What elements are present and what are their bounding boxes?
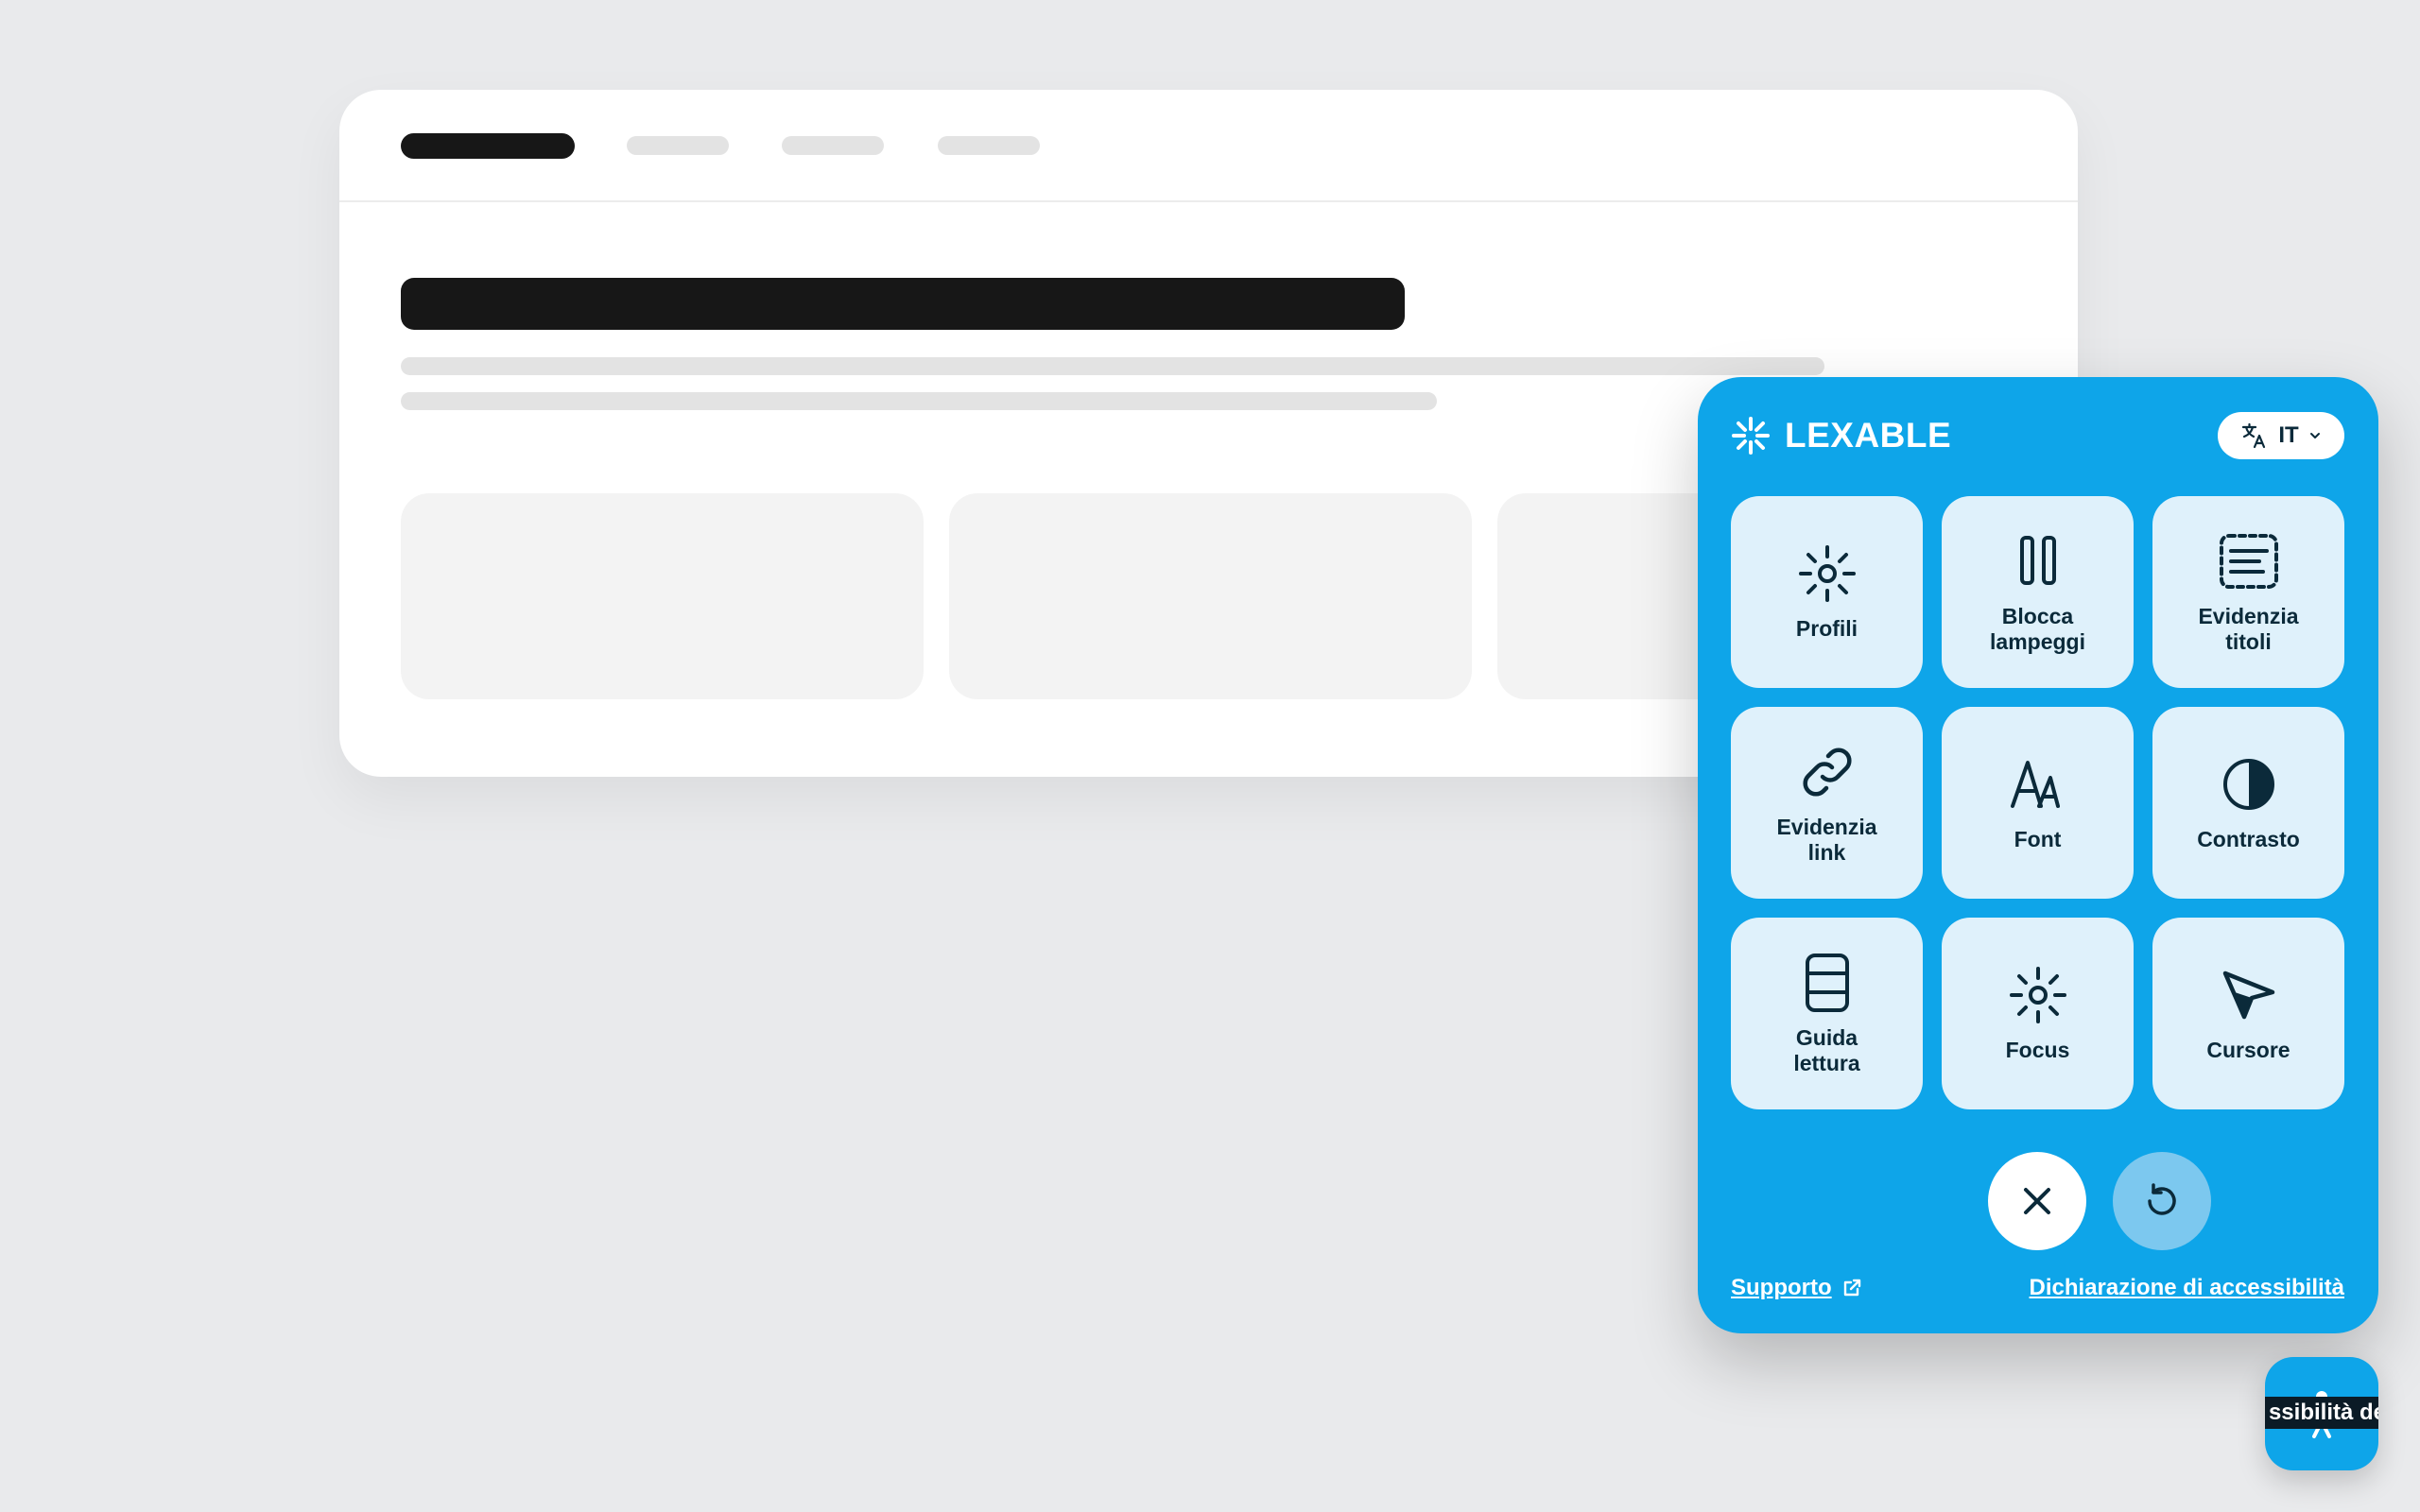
focus-sun-icon — [2009, 967, 2066, 1023]
tile-label: Guida lettura — [1793, 1024, 1860, 1075]
sparkle-burst-icon — [1732, 417, 1770, 455]
accessibility-statement-label: Dichiarazione di accessibilità — [2029, 1275, 2344, 1300]
reset-icon — [2148, 1183, 2176, 1215]
tile-highlight-links[interactable]: Evidenzia link — [1731, 707, 1923, 899]
tile-label: Font — [2014, 827, 2062, 851]
accessibility-statement-link[interactable]: Dichiarazione di accessibilità — [2030, 1275, 2344, 1301]
tile-reading-guide[interactable]: Guida lettura — [1731, 918, 1923, 1109]
tile-highlight-titles[interactable]: Evidenzia titoli — [2152, 496, 2344, 688]
font-icon — [2010, 761, 2060, 808]
pause-icon — [2019, 535, 2056, 585]
sun-gear-icon — [1798, 545, 1856, 602]
mock-nav-item — [782, 136, 884, 155]
accessibility-launcher-button[interactable]: ssibilità de — [2265, 1357, 2378, 1470]
mock-nav-item — [938, 136, 1040, 155]
tile-label: Contrasto — [2197, 827, 2300, 851]
tile-label: Evidenzia link — [1776, 814, 1877, 865]
tile-font[interactable]: Font — [1942, 707, 2134, 899]
cursor-icon — [2222, 971, 2274, 1020]
tile-label: Blocca lampeggi — [1990, 603, 2085, 654]
feature-grid: Profili Blocca lampeggi Evidenzia titoli… — [1731, 496, 2344, 1109]
tile-label: Profili — [1795, 616, 1858, 641]
mock-text-line — [401, 392, 1437, 410]
contrast-icon — [2222, 759, 2274, 810]
chevron-down-icon — [2309, 433, 2320, 438]
mock-header — [339, 90, 2078, 202]
mock-nav-item — [627, 136, 729, 155]
tile-profiles[interactable]: Profili — [1731, 496, 1923, 688]
language-code: IT — [2278, 422, 2299, 448]
close-icon — [2024, 1188, 2050, 1214]
brand-name: LEXABLE — [1785, 416, 1952, 455]
external-link-icon — [1843, 1279, 1860, 1297]
reset-button[interactable] — [2113, 1152, 2211, 1250]
mock-card-placeholder — [949, 493, 1472, 699]
translate-icon — [2242, 422, 2266, 449]
launcher-tooltip-text: ssibilità de — [2268, 1400, 2378, 1425]
launcher-tooltip: ssibilità de — [2265, 1397, 2378, 1429]
reading-guide-icon — [1805, 953, 1849, 1012]
mock-nav-active — [401, 133, 575, 159]
tile-contrast[interactable]: Contrasto — [2152, 707, 2344, 899]
tile-label: Focus — [2005, 1038, 2070, 1062]
support-link[interactable]: Supporto — [1731, 1275, 1862, 1301]
mock-heading — [401, 278, 1405, 330]
tile-cursor[interactable]: Cursore — [2152, 918, 2344, 1109]
close-button[interactable] — [1988, 1152, 2086, 1250]
support-link-label: Supporto — [1731, 1275, 1832, 1300]
mock-text-line — [401, 357, 1824, 375]
mock-card-placeholder — [401, 493, 924, 699]
tile-label: Cursore — [2206, 1038, 2290, 1062]
link-icon — [1802, 747, 1852, 797]
dashed-headings-icon — [2219, 533, 2278, 589]
language-selector[interactable]: IT — [2218, 412, 2344, 459]
brand: LEXABLE — [1730, 413, 1951, 458]
tile-label: Evidenzia titoli — [2198, 603, 2299, 654]
tile-stop-animations[interactable]: Blocca lampeggi — [1942, 496, 2134, 688]
tile-focus[interactable]: Focus — [1942, 918, 2134, 1109]
accessibility-widget-panel: LEXABLE IT Profili Blocca lampeggi Evide… — [1698, 377, 2378, 1333]
